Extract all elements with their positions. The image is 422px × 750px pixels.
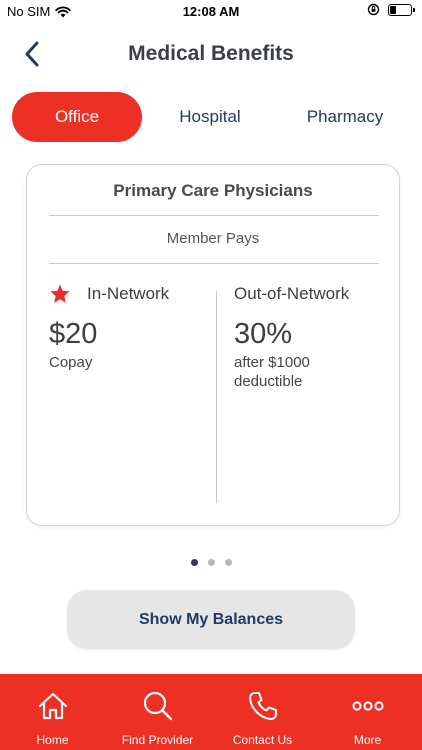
star-icon: [50, 284, 70, 303]
home-icon: [38, 692, 67, 720]
page-dot-3[interactable]: [224, 559, 232, 566]
in-network-label: In-Network: [87, 284, 170, 303]
divider: [49, 263, 379, 264]
phone-icon: [248, 692, 277, 720]
show-balances-button[interactable]: Show My Balances: [67, 590, 355, 649]
nav-item-find-provider[interactable]: Find Provider: [105, 674, 210, 750]
header: Medical Benefits: [0, 30, 422, 78]
member-pays-label: Member Pays: [166, 230, 260, 247]
page-dot-2[interactable]: [207, 559, 215, 566]
benefit-tabs: Office Hospital Pharmacy: [0, 92, 422, 142]
out-of-network-column: Out-of-Network 30% after $1000 deductibl…: [234, 283, 384, 391]
status-right: [367, 3, 415, 16]
benefit-card[interactable]: Primary Care Physicians Member Pays In-N…: [26, 164, 400, 526]
out-of-network-header: Out-of-Network: [234, 283, 384, 305]
page-dot-1[interactable]: [190, 559, 198, 566]
divider: [49, 215, 379, 216]
nav-label-more: More: [353, 733, 382, 747]
out-of-network-value: 30%: [234, 318, 293, 350]
page-title: Medical Benefits: [128, 42, 294, 65]
column-divider: [216, 291, 217, 503]
nav-label-find-provider: Find Provider: [121, 733, 194, 747]
out-of-network-detail-line1: after $1000: [234, 354, 310, 371]
out-of-network-label: Out-of-Network: [234, 284, 350, 303]
search-icon: [143, 691, 172, 721]
status-bar: No SIM 12:08 AM: [0, 0, 422, 22]
nav-label-contact-us: Contact Us: [232, 733, 293, 747]
nav-item-contact-us[interactable]: Contact Us: [210, 674, 315, 750]
tab-pharmacy[interactable]: Pharmacy: [280, 92, 410, 142]
tab-office[interactable]: Office: [12, 92, 142, 142]
in-network-value: $20: [49, 318, 98, 350]
page-indicator: [0, 559, 422, 566]
in-network-header: In-Network: [49, 283, 209, 305]
status-time: 12:08 AM: [182, 4, 240, 19]
nav-item-more[interactable]: More: [315, 674, 420, 750]
in-network-detail: Copay: [49, 354, 93, 371]
more-icon: [351, 701, 384, 711]
nav-label-home: Home: [36, 733, 69, 747]
card-title: Primary Care Physicians: [113, 181, 313, 200]
bottom-nav: Home Find Provider Contact Us More: [0, 674, 422, 750]
out-of-network-detail-line2: deductible: [234, 373, 303, 390]
rotation-lock-icon: [367, 3, 380, 16]
tab-hospital[interactable]: Hospital: [145, 92, 275, 142]
battery-icon: [388, 3, 415, 16]
nav-item-home[interactable]: Home: [0, 674, 105, 750]
in-network-column: In-Network $20 Copay: [49, 283, 209, 372]
